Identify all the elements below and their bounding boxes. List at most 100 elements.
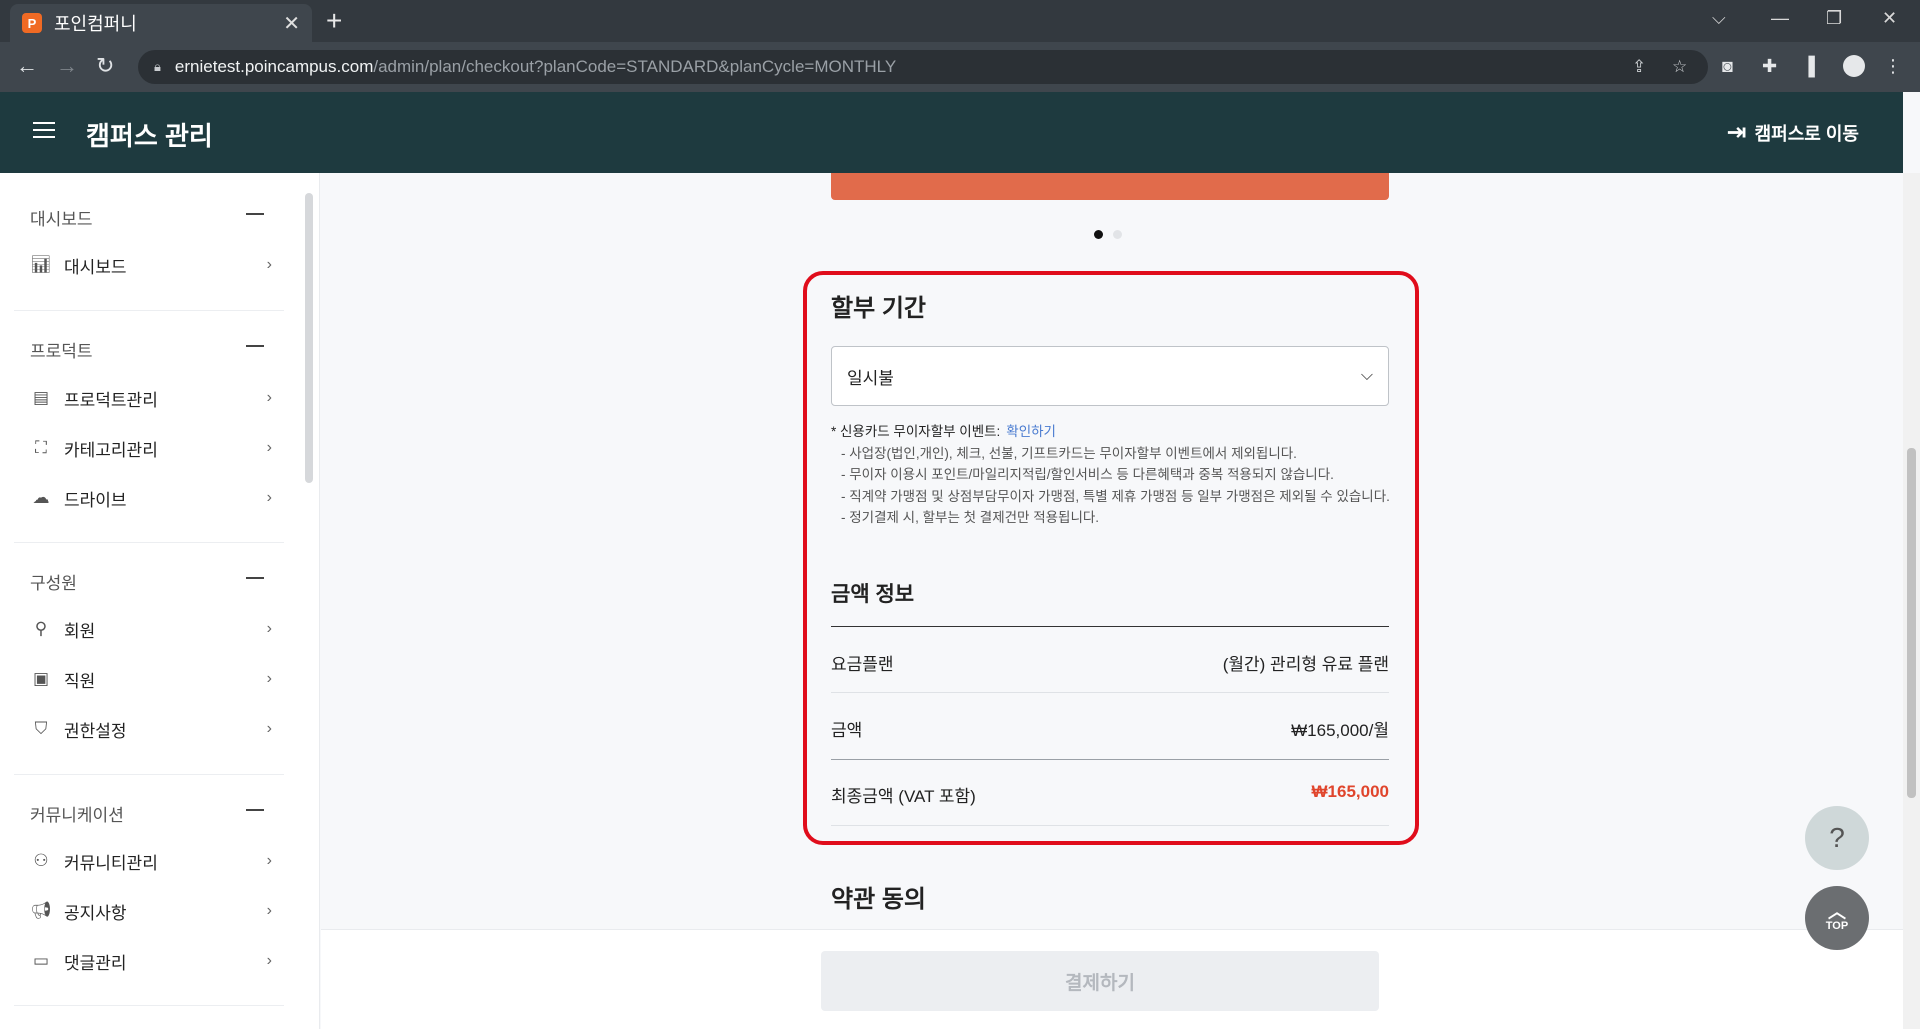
price-row-value: (월간) 관리형 유료 플랜 xyxy=(1222,655,1389,674)
goto-campus-label: 캠퍼스로 이동 xyxy=(1754,123,1859,144)
divider xyxy=(831,626,1389,627)
chevron-right-icon: › xyxy=(266,852,272,869)
sidebar-item-label: 공지사항 xyxy=(64,903,127,923)
sidebar-item-community[interactable]: ⚇ 커뮤니티관리 › xyxy=(30,846,284,876)
divider xyxy=(14,542,284,543)
sidebar-item-label: 직원 xyxy=(64,671,96,691)
divider xyxy=(14,310,284,311)
reload-icon[interactable]: ↻ xyxy=(96,54,114,78)
site-favicon-icon: P xyxy=(22,13,42,33)
chevron-up-icon: ︿ xyxy=(1828,902,1846,922)
price-row-label: 금액 xyxy=(831,721,863,740)
pay-button[interactable]: 결제하기 xyxy=(821,951,1379,1011)
bar-chart-icon: 📊︎ xyxy=(30,255,52,274)
page-title: 캠퍼스 관리 xyxy=(86,121,213,151)
banner-carousel-slide[interactable] xyxy=(831,173,1389,200)
collapse-icon[interactable] xyxy=(246,577,264,579)
divider xyxy=(831,825,1389,826)
goto-campus-button[interactable]: ⇥ 캠퍼스로 이동 xyxy=(1727,118,1859,147)
share-icon[interactable]: ⇪ xyxy=(1632,57,1646,77)
notice-confirm-link[interactable]: 확인하기 xyxy=(1006,424,1056,439)
divider xyxy=(831,692,1389,693)
megaphone-icon: 📢︎ xyxy=(30,901,52,920)
installment-title: 할부 기간 xyxy=(831,295,926,322)
collapse-icon[interactable] xyxy=(246,345,264,347)
sidebar-item-comments[interactable]: ▭ 댓글관리 › xyxy=(30,946,284,976)
sidebar-item-category-manage[interactable]: ⛶ 카테고리관리 › xyxy=(30,433,284,463)
chevron-right-icon: › xyxy=(266,952,272,969)
notice-line: - 직계약 가맹점 및 상점부담무이자 가맹점, 특별 제휴 가맹점 등 일부 … xyxy=(841,488,1390,504)
lock-icon[interactable]: 🔒︎ xyxy=(154,59,161,75)
sidebar-item-label: 권한설정 xyxy=(64,721,127,741)
price-row-amount: 금액 ₩165,000/월 xyxy=(831,716,1389,741)
browser-menu-icon[interactable]: ⋮ xyxy=(1884,56,1902,77)
price-row-label: 요금플랜 xyxy=(831,655,894,674)
forward-icon[interactable]: → xyxy=(56,54,78,78)
price-row-value: ₩165,000/월 xyxy=(1291,721,1389,740)
price-row-label: 최종금액 (VAT 포함) xyxy=(831,787,976,806)
page-scrollbar[interactable] xyxy=(1903,173,1920,1029)
terms-title: 약관 동의 xyxy=(831,886,926,913)
url-host: ernietest.poincampus.com xyxy=(174,57,374,76)
carousel-dot[interactable] xyxy=(1113,230,1122,239)
minimize-icon[interactable]: — xyxy=(1771,8,1789,29)
sidebar-item-label: 카테고리관리 xyxy=(64,440,158,460)
sidebar-item-member[interactable]: ⚲ 회원 › xyxy=(30,614,284,644)
camera-extension-icon[interactable]: ◙ xyxy=(1722,56,1733,77)
sidebar-item-label: 대시보드 xyxy=(64,257,127,277)
installment-select[interactable]: 일시불 ⌵ xyxy=(831,346,1389,406)
screen: P 포인컴퍼니 ✕ + ⌵ — ❐ ✕ ← → ↻ 🔒︎ ernietest.p… xyxy=(0,0,1920,1029)
sidebar-item-label: 드라이브 xyxy=(64,490,127,510)
tab-search-icon[interactable]: ⌵ xyxy=(1712,8,1726,29)
window-close-icon[interactable]: ✕ xyxy=(1882,8,1897,29)
address-bar[interactable]: 🔒︎ ernietest.poincampus.com /admin/plan/… xyxy=(138,50,1708,84)
sidebar-item-label: 커뮤니티관리 xyxy=(64,853,158,873)
hamburger-menu-icon[interactable] xyxy=(33,122,55,140)
app-header: 캠퍼스 관리 ⇥ 캠퍼스로 이동 xyxy=(0,92,1903,173)
sidebar: 대시보드 📊︎ 대시보드 › 프로덕트 ▤ 프로덕트관리 › ⛶ 카테고리관리 … xyxy=(0,173,320,1029)
collapse-icon[interactable] xyxy=(246,809,264,811)
scrollbar-thumb[interactable] xyxy=(1907,448,1916,798)
sidebar-item-label: 댓글관리 xyxy=(64,953,127,973)
chevron-right-icon: › xyxy=(266,489,272,506)
bookmark-star-icon[interactable]: ☆ xyxy=(1672,57,1687,77)
sidebar-section-dashboard: 대시보드 xyxy=(30,210,93,229)
scroll-top-button[interactable]: ︿ TOP xyxy=(1805,886,1869,950)
notice-line: - 정기결제 시, 할부는 첫 결제건만 적용됩니다. xyxy=(841,510,1100,525)
notice-head: * 신용카드 무이자할부 이벤트: xyxy=(831,424,1001,439)
carousel-dot-active[interactable] xyxy=(1094,230,1103,239)
browser-tab[interactable]: P 포인컴퍼니 ✕ xyxy=(10,4,312,42)
sidebar-scrollbar[interactable] xyxy=(305,193,313,483)
sidebar-item-label: 프로덕트관리 xyxy=(64,390,158,410)
tab-close-icon[interactable]: ✕ xyxy=(283,11,300,36)
price-row-plan: 요금플랜 (월간) 관리형 유료 플랜 xyxy=(831,650,1389,675)
sidebar-item-notice[interactable]: 📢︎ 공지사항 › xyxy=(30,896,284,926)
help-button[interactable]: ? xyxy=(1805,806,1869,870)
sidebar-item-permissions[interactable]: ⛉ 권한설정 › xyxy=(30,714,284,744)
profile-avatar[interactable] xyxy=(1843,55,1865,77)
sidebar-item-label: 회원 xyxy=(64,621,96,641)
folder-icon: ▤ xyxy=(32,388,50,407)
extensions-puzzle-icon[interactable]: ✚ xyxy=(1762,56,1777,77)
chevron-right-icon: › xyxy=(266,670,272,687)
browser-toolbar: ← → ↻ 🔒︎ ernietest.poincampus.com /admin… xyxy=(0,42,1920,92)
shield-icon: ⛉ xyxy=(34,719,48,738)
collapse-icon[interactable] xyxy=(246,213,264,215)
sidebar-item-dashboard[interactable]: 📊︎ 대시보드 › xyxy=(30,250,284,280)
scroll-top-label: TOP xyxy=(1825,920,1849,932)
notice-line: - 무이자 이용시 포인트/마일리지적립/할인서비스 등 다른혜택과 중복 적용… xyxy=(841,467,1334,482)
price-row-final: 최종금액 (VAT 포함) ₩165,000 xyxy=(831,782,1389,807)
sidebar-item-product-manage[interactable]: ▤ 프로덕트관리 › xyxy=(30,383,284,413)
restore-icon[interactable]: ❐ xyxy=(1826,8,1842,29)
sidebar-item-drive[interactable]: ☁︎ 드라이브 › xyxy=(30,483,284,513)
back-icon[interactable]: ← xyxy=(16,54,38,78)
side-panel-icon[interactable]: ▐ xyxy=(1802,56,1815,77)
chevron-right-icon: › xyxy=(266,902,272,919)
final-price: ₩165,000 xyxy=(1311,782,1390,801)
chevron-right-icon: › xyxy=(266,439,272,456)
sidebar-item-staff[interactable]: ▣ 직원 › xyxy=(30,664,284,694)
new-tab-button[interactable]: + xyxy=(326,6,342,36)
divider xyxy=(831,759,1389,760)
browser-tab-bar: P 포인컴퍼니 ✕ + ⌵ — ❐ ✕ xyxy=(0,0,1920,42)
chevron-right-icon: › xyxy=(266,256,272,273)
